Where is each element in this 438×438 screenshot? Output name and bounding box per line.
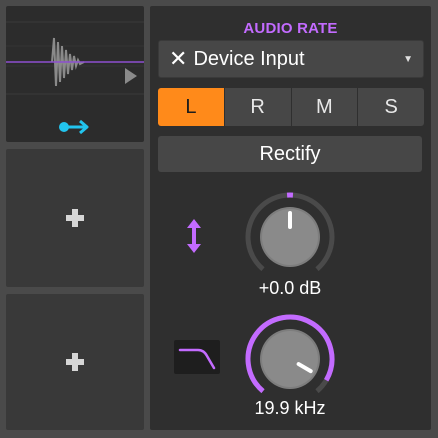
gain-knob[interactable]	[242, 189, 338, 285]
lowpass-filter-icon	[178, 348, 216, 370]
channel-button-r[interactable]: R	[224, 88, 292, 126]
empty-modulator-slot[interactable]	[6, 149, 144, 287]
channel-button-s[interactable]: S	[358, 88, 424, 126]
empty-modulator-slot[interactable]	[6, 294, 144, 430]
filter-frequency-value: 19.9 kHz	[254, 398, 326, 418]
rectify-button[interactable]: Rectify	[158, 136, 422, 172]
source-dropdown[interactable]: ✕ Device Input ▼	[158, 40, 424, 78]
waveform-icon	[6, 21, 144, 95]
gain-value: +0.0 dB	[258, 278, 322, 298]
chain-arrow-icon	[59, 119, 89, 135]
audio-rate-panel: AUDIO RATE ✕ Device Input ▼ L R M S Rect…	[150, 6, 431, 430]
plus-icon[interactable]	[65, 208, 85, 228]
channel-selector: L R M S	[158, 88, 424, 126]
source-label: Device Input	[193, 47, 305, 70]
modulator-slot-audio-rate[interactable]	[6, 6, 144, 142]
bidirectional-arrow-icon[interactable]	[186, 218, 202, 254]
waveform-preview	[6, 6, 144, 110]
chevron-down-icon[interactable]: ▼	[403, 54, 413, 65]
channel-button-m[interactable]: M	[291, 88, 359, 126]
plus-icon[interactable]	[65, 352, 85, 372]
close-x-icon[interactable]: ✕	[169, 46, 187, 72]
channel-button-l[interactable]: L	[158, 88, 225, 126]
chain-indicator[interactable]	[6, 112, 144, 142]
modulator-slots	[0, 0, 150, 438]
lowpass-filter-button[interactable]	[174, 340, 220, 374]
filter-frequency-knob[interactable]	[242, 311, 338, 407]
panel-title: AUDIO RATE	[243, 20, 338, 37]
